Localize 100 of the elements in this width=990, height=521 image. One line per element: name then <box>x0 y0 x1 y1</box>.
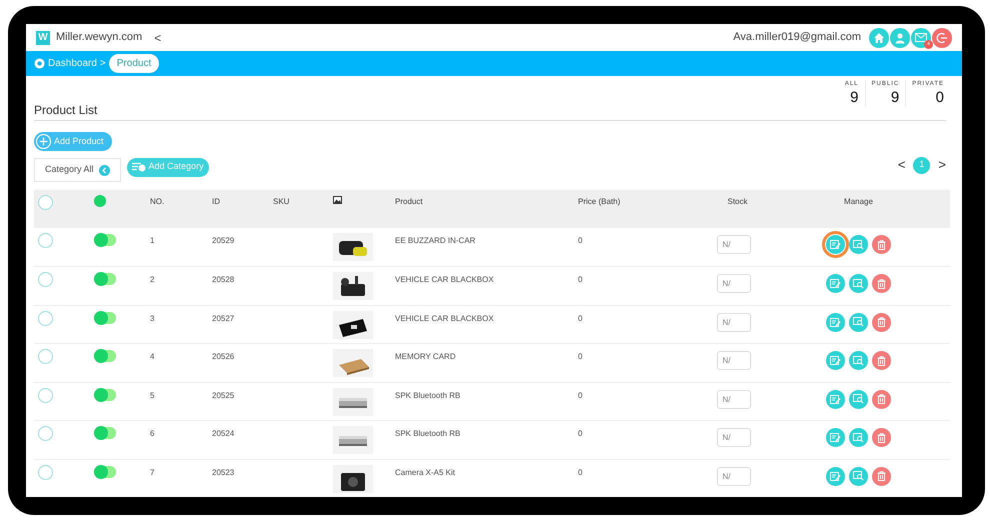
category-filter[interactable]: Category All <box>34 158 121 182</box>
list-add-icon <box>132 162 146 172</box>
table-cell: SPK Bluetooth RB <box>395 390 460 400</box>
page-button[interactable]: 1 <box>913 156 930 174</box>
logo-icon: W <box>36 30 50 44</box>
preview-button[interactable] <box>849 312 868 332</box>
edit-button[interactable] <box>826 274 845 293</box>
stock-field[interactable]: N/ <box>716 351 750 370</box>
table-cell: SPK Bluetooth RB <box>395 429 460 438</box>
row-checkbox[interactable] <box>38 464 53 480</box>
row-checkbox[interactable] <box>38 426 53 441</box>
table-cell: 20523 <box>212 468 234 476</box>
stat-value: 9 <box>850 89 859 107</box>
breadcrumb-link[interactable]: Product <box>108 54 160 73</box>
edit-button[interactable] <box>826 428 845 447</box>
column-header: Stock <box>727 197 748 206</box>
edit-icon <box>830 279 841 288</box>
delete-button[interactable] <box>872 351 891 370</box>
image-icon <box>333 196 342 204</box>
edit-icon <box>830 472 841 480</box>
stock-field[interactable]: N/ <box>716 428 750 447</box>
breadcrumb-link[interactable]: Dashboard <box>48 56 97 71</box>
delete-button[interactable] <box>872 312 891 332</box>
collapse-button[interactable]: < <box>154 28 162 46</box>
table-cell: Camera X-A5 Kit <box>395 468 456 476</box>
delete-button[interactable] <box>872 274 891 293</box>
table-cell: 20527 <box>212 314 234 322</box>
edit-button[interactable] <box>826 466 845 486</box>
preview-button[interactable] <box>849 235 868 254</box>
preview-button[interactable] <box>849 351 868 370</box>
column-header: Product <box>395 197 423 206</box>
edit-button[interactable] <box>826 235 845 254</box>
previous-page-button[interactable]: < <box>898 155 906 175</box>
column-header: Manage <box>844 197 873 206</box>
edit-icon <box>830 318 841 326</box>
search-icon <box>853 394 864 404</box>
preview-button[interactable] <box>849 390 868 408</box>
delete-button[interactable] <box>872 466 891 486</box>
table-cell: 0 <box>578 314 582 322</box>
trash-icon <box>877 317 886 327</box>
row-checkbox[interactable] <box>38 388 53 402</box>
toggle-switch[interactable] <box>94 466 116 478</box>
stock-field[interactable]: N/ <box>716 235 750 254</box>
column-header: Price (Bath) <box>578 197 620 206</box>
column-header: ID <box>212 197 220 206</box>
trash-icon <box>877 240 886 250</box>
stat-value: 0 <box>936 89 944 107</box>
table-cell: 4 <box>150 352 154 361</box>
toggle-switch[interactable] <box>94 350 116 362</box>
stock-field[interactable]: N/ <box>716 274 750 293</box>
row-checkbox[interactable] <box>38 272 53 287</box>
table-cell: 5 <box>150 390 154 400</box>
delete-button[interactable] <box>872 390 891 408</box>
table-cell: 0 <box>578 352 582 361</box>
search-icon <box>853 317 864 327</box>
preview-button[interactable] <box>849 466 868 486</box>
preview-button[interactable] <box>849 428 868 447</box>
table-cell: 0 <box>578 275 582 284</box>
delete-button[interactable] <box>872 428 891 447</box>
logout-button[interactable] <box>932 28 952 48</box>
next-page-button[interactable]: > <box>938 155 946 175</box>
edit-icon <box>830 240 841 249</box>
preview-button[interactable] <box>849 274 868 293</box>
table-cell: 0 <box>578 468 582 476</box>
column-header: SKU <box>273 197 290 206</box>
row-checkbox[interactable] <box>38 195 53 210</box>
profile-button[interactable] <box>890 28 910 48</box>
toggle-switch[interactable] <box>94 388 116 400</box>
user-email: Ava.miller019@gmail.com <box>733 30 861 46</box>
home-icon <box>873 32 885 44</box>
delete-button[interactable] <box>872 235 891 254</box>
table-cell: 20524 <box>212 429 234 438</box>
search-icon <box>853 471 864 481</box>
stock-field[interactable]: N/ <box>716 390 750 408</box>
stat-value: 9 <box>890 89 900 107</box>
site-name: Miller.wewyn.com <box>56 30 142 46</box>
trash-icon <box>877 471 886 481</box>
edit-button[interactable] <box>826 390 845 408</box>
row-checkbox[interactable] <box>38 349 53 364</box>
search-icon <box>853 356 864 366</box>
table-cell: 3 <box>150 314 154 322</box>
stock-field[interactable]: N/ <box>716 312 750 332</box>
home-button[interactable] <box>869 28 889 48</box>
row-checkbox[interactable] <box>38 233 53 248</box>
toggle-switch[interactable] <box>94 234 116 246</box>
edit-button[interactable] <box>826 351 845 370</box>
table-cell: 0 <box>578 236 582 245</box>
column-header: NO. <box>150 197 164 206</box>
add-product-button[interactable]: Add Product <box>34 132 112 151</box>
toggle-switch[interactable] <box>94 273 116 285</box>
stock-field[interactable]: N/ <box>716 466 750 486</box>
trash-icon <box>877 432 886 442</box>
add-category-button[interactable]: Add Category <box>126 158 209 176</box>
toggle-switch[interactable] <box>94 312 116 324</box>
edit-button[interactable] <box>826 312 845 332</box>
table-cell: 0 <box>578 390 582 400</box>
edit-icon <box>830 394 841 404</box>
toggle-switch[interactable] <box>94 427 116 439</box>
page-title: Product List <box>34 102 98 119</box>
row-checkbox[interactable] <box>38 310 53 326</box>
